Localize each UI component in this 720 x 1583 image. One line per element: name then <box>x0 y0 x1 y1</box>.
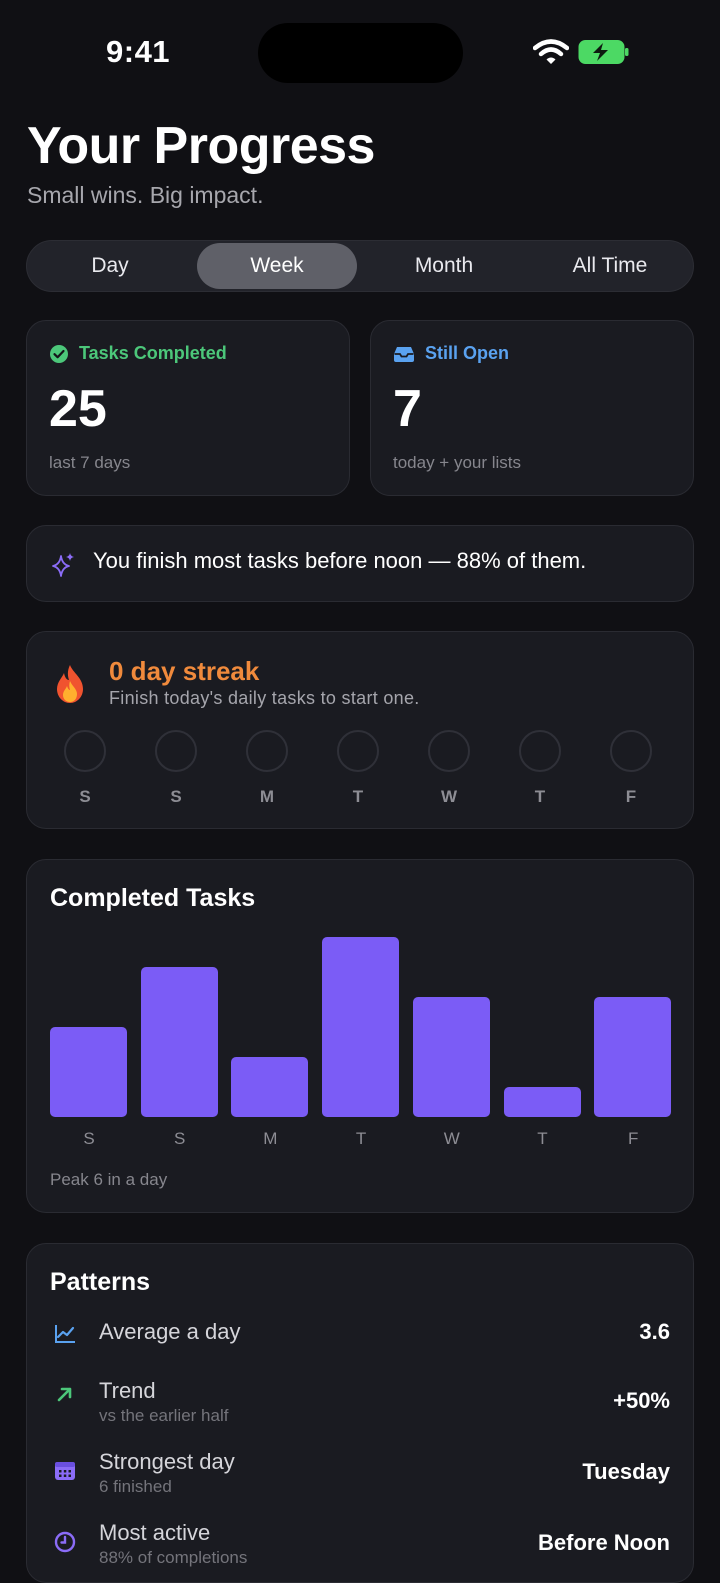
streak-day-label: S <box>79 787 91 806</box>
chart-bar[interactable] <box>412 997 490 1117</box>
line-chart-icon <box>55 1325 75 1343</box>
page-subtitle: Small wins. Big impact. <box>27 182 264 208</box>
pattern-value: +50% <box>613 1388 670 1413</box>
tab-month[interactable]: Month <box>364 243 524 289</box>
chart-x-label: S <box>83 1129 95 1148</box>
streak-day-circle <box>337 730 379 772</box>
pattern-row-average[interactable]: Average a day 3.6 <box>27 1316 693 1356</box>
tasks-completed-value: 25 <box>49 380 107 438</box>
calendar-icon <box>55 1462 75 1480</box>
streak-day-circle <box>519 730 561 772</box>
chart-title: Completed Tasks <box>50 884 256 912</box>
pattern-sublabel: vs the earlier half <box>99 1406 229 1425</box>
period-segmented-control: Day Week Month All Time <box>26 240 694 292</box>
still-open-label: Still Open <box>425 343 510 363</box>
clock-icon <box>54 1531 76 1553</box>
pattern-row-most-active[interactable]: Most active 88% of completions Before No… <box>27 1518 693 1568</box>
chart-bar[interactable] <box>503 1087 581 1117</box>
streak-day-label: S <box>170 787 182 806</box>
patterns-card: Patterns Average a day 3.6 Trend vs the … <box>26 1243 694 1583</box>
tasks-completed-header: Tasks Completed <box>49 343 227 364</box>
inbox-icon <box>394 346 414 362</box>
arrow-up-right-icon <box>57 1387 72 1402</box>
streak-day-label: M <box>259 787 275 806</box>
streak-day-circle <box>64 730 106 772</box>
fire-icon <box>57 665 83 703</box>
chart-x-label: T <box>537 1129 548 1148</box>
streak-day-label: W <box>440 787 458 806</box>
pattern-row-strongest-day[interactable]: Strongest day 6 finished Tuesday <box>27 1447 693 1497</box>
pattern-value: 3.6 <box>639 1319 670 1344</box>
chart-bar[interactable] <box>50 1027 127 1117</box>
streak-title: 0 day streak <box>109 656 260 686</box>
chart-x-label: T <box>355 1129 367 1148</box>
chart-x-label: S <box>174 1129 186 1148</box>
still-open-card[interactable]: Still Open 7 today + your lists <box>370 320 694 496</box>
insight-card: You finish most tasks before noon — 88% … <box>26 525 694 602</box>
streak-card: 0 day streak Finish today's daily tasks … <box>26 631 694 829</box>
streak-day-circle <box>610 730 652 772</box>
status-bar: 9:41 <box>0 0 720 100</box>
still-open-note: today + your lists <box>393 453 522 472</box>
pattern-value: Tuesday <box>582 1459 670 1484</box>
pattern-label: Average a day <box>99 1319 241 1344</box>
chart-bar[interactable] <box>231 1057 309 1117</box>
wifi-icon <box>533 39 569 64</box>
sparkles-icon <box>52 553 74 577</box>
tab-day[interactable]: Day <box>30 243 190 289</box>
streak-day-circle <box>246 730 288 772</box>
chart-bar[interactable] <box>594 997 672 1117</box>
page-title: Your Progress <box>27 117 375 175</box>
chart-x-label: F <box>627 1129 639 1148</box>
check-circle-icon <box>50 344 68 363</box>
pattern-label: Trend <box>99 1378 156 1403</box>
patterns-title: Patterns <box>50 1268 151 1296</box>
tab-week[interactable]: Week <box>197 243 357 289</box>
tasks-completed-note: last 7 days <box>49 453 131 472</box>
still-open-header: Still Open <box>393 343 509 364</box>
chart-x-label: M <box>263 1129 278 1148</box>
dynamic-island <box>258 23 463 83</box>
pattern-label: Most active <box>99 1520 211 1545</box>
still-open-value: 7 <box>393 380 422 438</box>
completed-tasks-chart-card: Completed Tasks S S M T W T F Peak 6 in a day <box>26 859 694 1213</box>
tasks-completed-label: Tasks Completed <box>79 343 227 363</box>
chart-bar[interactable] <box>140 967 218 1117</box>
pattern-row-trend[interactable]: Trend vs the earlier half +50% <box>27 1376 693 1426</box>
streak-day-circle <box>428 730 470 772</box>
streak-day-label: T <box>352 787 364 806</box>
chart-peak-note: Peak 6 in a day <box>50 1170 168 1189</box>
pattern-label: Strongest day <box>99 1449 235 1474</box>
streak-subtitle: Finish today's daily tasks to start one. <box>109 688 420 708</box>
tab-all-time[interactable]: All Time <box>530 243 690 289</box>
chart-bar[interactable] <box>322 937 400 1117</box>
tasks-completed-card[interactable]: Tasks Completed 25 last 7 days <box>26 320 350 496</box>
streak-day-label: F <box>625 787 637 806</box>
battery-charging-icon <box>578 40 629 64</box>
streak-day-circle <box>155 730 197 772</box>
chart-x-label: W <box>443 1129 460 1148</box>
pattern-sublabel: 88% of completions <box>99 1548 248 1567</box>
pattern-sublabel: 6 finished <box>99 1477 172 1496</box>
streak-day-label: T <box>534 787 546 806</box>
insight-text: You finish most tasks before noon — 88% … <box>93 548 587 573</box>
status-time: 9:41 <box>106 34 171 69</box>
pattern-value: Before Noon <box>538 1530 670 1555</box>
